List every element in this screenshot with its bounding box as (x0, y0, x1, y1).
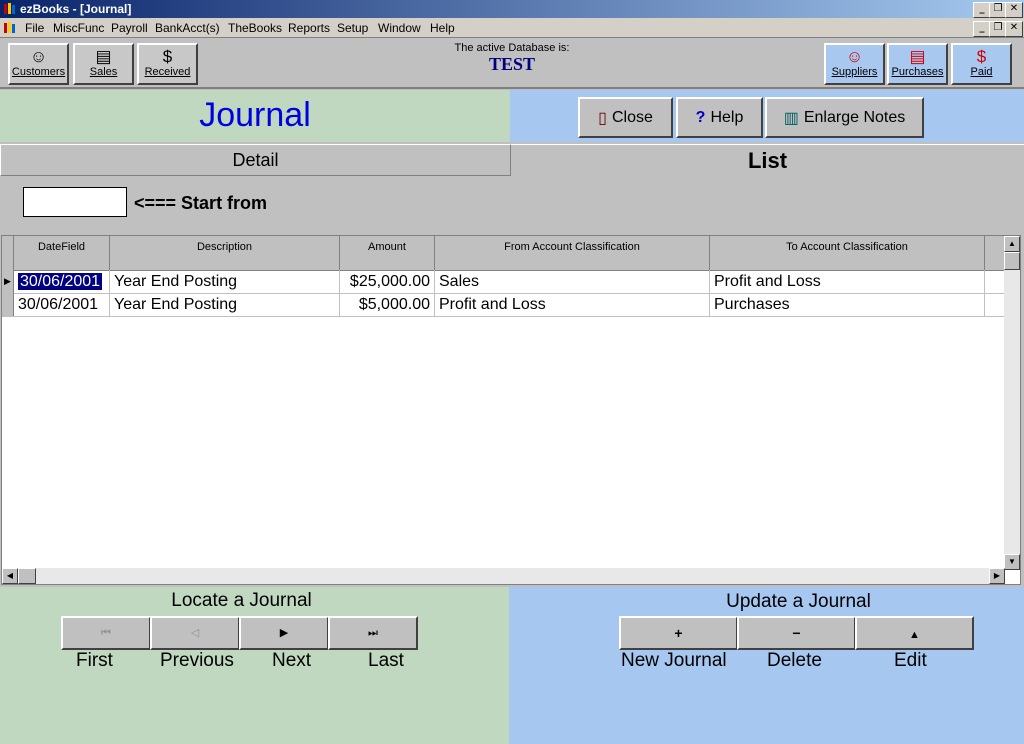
customers-button[interactable]: ☺ Customers (8, 43, 69, 85)
child-window-icon (3, 21, 16, 34)
purchases-button[interactable]: ▤ Purchases (887, 43, 948, 85)
next-label: Next (272, 650, 312, 671)
start-from-input[interactable] (23, 187, 127, 217)
first-label: First (76, 650, 113, 671)
question-icon: ? (695, 108, 706, 126)
row-selector[interactable] (2, 293, 14, 316)
page-title: Journal (199, 96, 311, 134)
enlarge-notes-button[interactable]: ▥ Enlarge Notes (765, 97, 924, 138)
previous-record-button[interactable]: ◁ (150, 616, 240, 650)
documents-icon: ▤ (95, 47, 112, 66)
first-record-button[interactable]: ⏮ (61, 616, 151, 650)
previous-label: Previous (160, 650, 234, 671)
cell-amount[interactable]: $5,000.00 (340, 293, 435, 316)
column-header-to-account[interactable]: To Account Classification (710, 236, 985, 270)
scroll-left-icon[interactable]: ◀ (2, 568, 18, 584)
app-icon (3, 2, 16, 15)
column-header-description[interactable]: Description (110, 236, 340, 270)
menu-reports[interactable]: Reports (288, 21, 330, 35)
column-header-datefield[interactable]: DateField (14, 236, 110, 270)
active-database-label: The active Database is: (454, 42, 570, 54)
caret-up-icon: ▲ (909, 629, 920, 641)
vertical-scroll-thumb[interactable] (1004, 252, 1020, 270)
column-header-amount[interactable]: Amount (340, 236, 435, 270)
row-selector-header (2, 236, 14, 270)
vertical-scrollbar[interactable]: ▲ ▼ (1004, 236, 1020, 570)
smiley-icon: ☺ (29, 47, 48, 66)
grid-header: DateField Description Amount From Accoun… (2, 236, 1005, 271)
last-label: Last (368, 650, 404, 671)
smiley-icon: ☺ (845, 47, 864, 66)
table-row[interactable]: 30/06/2001 Year End Posting $5,000.00 Pr… (2, 293, 1005, 317)
cell-amount[interactable]: $25,000.00 (340, 270, 435, 293)
cell-description[interactable]: Year End Posting (110, 293, 340, 316)
menu-payroll[interactable]: Payroll (111, 21, 148, 35)
close-icon[interactable]: ✕ (1005, 2, 1023, 18)
update-title: Update a Journal (726, 591, 871, 612)
delete-label: Delete (767, 650, 822, 671)
menu-help[interactable]: Help (430, 21, 455, 35)
cell-from-account[interactable]: Sales (435, 270, 710, 293)
cell-to-account[interactable]: Profit and Loss (710, 270, 985, 293)
menu-window[interactable]: Window (378, 21, 421, 35)
menu-bar: File MiscFunc Payroll BankAcct(s) TheBoo… (0, 18, 1024, 38)
edit-button[interactable]: ▲ (855, 616, 974, 650)
cell-date[interactable]: 30/06/2001 (14, 293, 110, 316)
menu-file[interactable]: File (25, 21, 44, 35)
next-icon: ▶ (279, 627, 289, 639)
documents-icon: ▤ (909, 47, 926, 66)
table-row[interactable]: ▶ 30/06/2001 Year End Posting $25,000.00… (2, 270, 1005, 294)
locate-title: Locate a Journal (171, 590, 312, 611)
door-icon: ▯ (598, 109, 607, 127)
cell-description[interactable]: Year End Posting (110, 270, 340, 293)
scroll-down-icon[interactable]: ▼ (1004, 554, 1020, 570)
delete-button[interactable]: − (737, 616, 856, 650)
tab-list[interactable]: List (511, 144, 1024, 176)
last-icon: ⏭ (368, 627, 378, 639)
cell-date[interactable]: 30/06/2001 (14, 270, 110, 293)
active-database-name: TEST (488, 54, 536, 74)
sales-button[interactable]: ▤ Sales (73, 43, 134, 85)
help-button[interactable]: ? Help (676, 97, 763, 138)
received-button[interactable]: $ Received (137, 43, 198, 85)
horizontal-scrollbar[interactable]: ◀ ▶ (2, 568, 1005, 584)
edit-label: Edit (894, 650, 927, 671)
new-journal-button[interactable]: + (619, 616, 738, 650)
first-icon: ⏮ (101, 627, 111, 639)
column-header-from-account[interactable]: From Account Classification (435, 236, 710, 270)
dollar-icon: $ (162, 47, 173, 66)
menu-bankaccts[interactable]: BankAcct(s) (155, 21, 220, 35)
dollar-icon: $ (976, 47, 987, 66)
tab-detail[interactable]: Detail (0, 144, 511, 176)
horizontal-scroll-thumb[interactable] (18, 568, 36, 584)
start-from-label: <=== Start from (134, 193, 268, 213)
plus-icon: + (674, 625, 683, 641)
menu-setup[interactable]: Setup (337, 21, 368, 35)
journal-grid: DateField Description Amount From Accoun… (1, 235, 1021, 585)
previous-icon: ◁ (190, 627, 200, 639)
window-title: ezBooks - [Journal] (20, 2, 132, 16)
menu-miscfunc[interactable]: MiscFunc (53, 21, 104, 35)
notepad-icon: ▥ (783, 109, 799, 127)
child-close-icon[interactable]: ✕ (1005, 21, 1023, 37)
menu-thebooks[interactable]: TheBooks (228, 21, 282, 35)
minus-icon: − (792, 625, 801, 641)
paid-button[interactable]: $ Paid (951, 43, 1012, 85)
next-record-button[interactable]: ▶ (239, 616, 329, 650)
scroll-up-icon[interactable]: ▲ (1004, 236, 1020, 252)
new-journal-label: New Journal (621, 650, 727, 671)
close-button[interactable]: ▯ Close (578, 97, 673, 138)
cell-from-account[interactable]: Profit and Loss (435, 293, 710, 316)
scroll-right-icon[interactable]: ▶ (989, 568, 1005, 584)
suppliers-button[interactable]: ☺ Suppliers (824, 43, 885, 85)
title-bar: ezBooks - [Journal] _ ❐ ✕ (0, 0, 1024, 18)
last-record-button[interactable]: ⏭ (328, 616, 418, 650)
current-row-arrow-icon: ▶ (2, 270, 14, 293)
cell-to-account[interactable]: Purchases (710, 293, 985, 316)
